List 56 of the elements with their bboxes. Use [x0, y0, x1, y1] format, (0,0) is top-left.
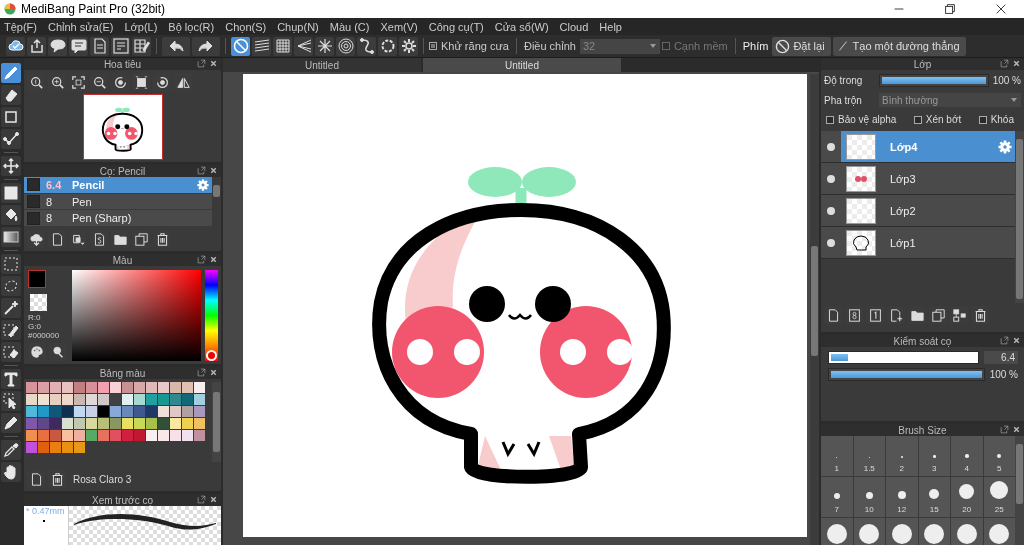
window-title: MediBang Paint Pro (32bit)	[21, 2, 166, 16]
option-label: Xén bớt	[925, 114, 962, 125]
brush-opacity-value: 100 %	[989, 369, 1018, 380]
brush-size-field[interactable]: 6.4	[984, 351, 1018, 364]
channel-value: G:0	[28, 322, 42, 331]
menu-item[interactable]: Chỉnh sửa(E)	[48, 20, 114, 33]
brush-size-option[interactable]: 1.5	[853, 436, 885, 476]
brush-size-text: * 0.47mm	[26, 506, 66, 516]
blend-dropdown[interactable]: Bình thường	[879, 93, 1021, 107]
panel-title: Cọ: Pencil	[99, 165, 146, 177]
brush-size-option[interactable]: 2	[886, 436, 918, 476]
option-label: Khóa	[990, 114, 1014, 125]
brush-size-option[interactable]: 10	[853, 477, 885, 517]
panel-title: Hoa tiêu	[103, 58, 142, 70]
menu-item[interactable]: Chụp(N)	[277, 20, 319, 33]
menu-item[interactable]: Công cụ(T)	[428, 20, 484, 33]
brush-size-option[interactable]: 7	[821, 477, 853, 517]
hex-value: #000000	[28, 331, 61, 340]
menu-item[interactable]: Cửa sổ(W)	[494, 20, 549, 33]
document-tab[interactable]: Untitled	[423, 58, 621, 72]
panel-title: Lớp	[913, 58, 932, 70]
palette-name: Rosa Claro 3	[73, 473, 132, 485]
straight-line-button[interactable]: Tạo một đường thẳng	[832, 36, 966, 56]
brush-size-option[interactable]: 3	[918, 436, 950, 476]
brush-size-option[interactable]: 5	[983, 436, 1015, 476]
panel-title: Brush Size	[898, 424, 947, 436]
soft-edge-label: Cạnh mềm	[673, 40, 728, 52]
brush-size-option[interactable]: 25	[983, 477, 1015, 517]
panel-title: Kiểm soát cọ	[893, 335, 952, 347]
option-label: Bảo vệ alpha	[838, 114, 897, 125]
menu-item[interactable]: Cloud	[559, 20, 589, 33]
menu-item[interactable]: Tệp(F)	[4, 20, 37, 33]
menu-item[interactable]: Xem(V)	[380, 20, 418, 33]
brush-size-option[interactable]: 1	[821, 436, 853, 476]
opacity-value: 100 %	[992, 74, 1021, 86]
document-tab[interactable]: Untitled	[223, 58, 421, 72]
panel-title: Xem trước cọ	[91, 494, 153, 506]
opacity-label: Độ trong	[824, 74, 864, 86]
panel-title: Màu	[112, 254, 133, 266]
brush-size-option[interactable]: 4	[951, 436, 983, 476]
key-label: Phím	[742, 40, 769, 52]
menu-item[interactable]: Help	[599, 20, 622, 33]
menu-item[interactable]: Bộ lọc(R)	[168, 20, 215, 33]
menu-item[interactable]: Chọn(S)	[225, 20, 267, 33]
reset-button[interactable]: Đặt lại	[772, 36, 831, 56]
channel-value: R:0	[28, 313, 42, 322]
antialias-label: Khử răng cưa	[441, 40, 509, 52]
panel-title: Bảng màu	[99, 367, 146, 379]
menu-item[interactable]: Màu (C)	[329, 20, 370, 33]
adjust-label: Điều chỉnh	[523, 40, 576, 52]
brush-size-option[interactable]: 15	[918, 477, 950, 517]
brush-item[interactable]: 8 Pen (Sharp)	[24, 210, 212, 227]
brush-size-option[interactable]: 12	[886, 477, 918, 517]
menu-item[interactable]: Lớp(L)	[124, 20, 158, 33]
brush-size-option[interactable]: 20	[951, 477, 983, 517]
blend-label: Pha trộn	[824, 94, 863, 106]
